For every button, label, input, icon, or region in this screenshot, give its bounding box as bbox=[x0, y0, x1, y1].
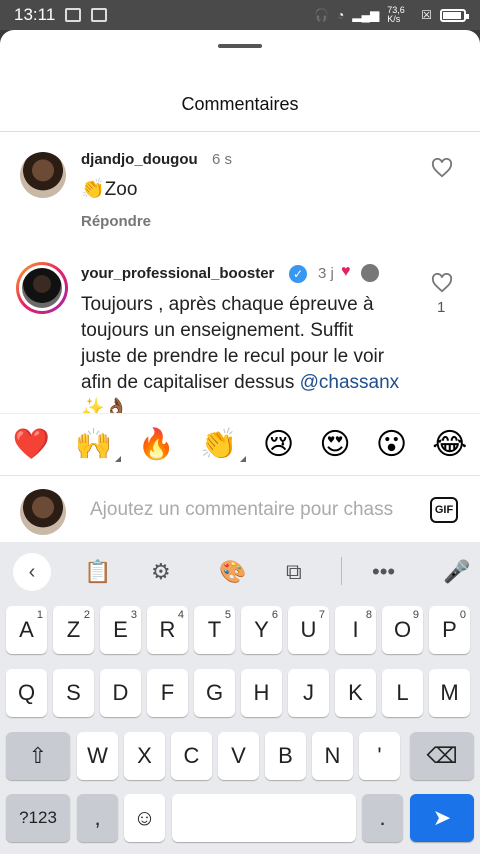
mention-link[interactable]: @chassanx bbox=[300, 372, 400, 393]
comment-time: 3 j bbox=[318, 265, 334, 282]
emoji-laugh[interactable]: 😂 bbox=[432, 427, 467, 462]
status-bar: 13:11 🎧 ◔ ▂▄▆ 73,6 K/s ☒ bbox=[0, 0, 480, 30]
key-w[interactable]: W bbox=[77, 732, 118, 780]
clipboard-icon[interactable]: 📋 bbox=[84, 559, 111, 585]
space-key[interactable] bbox=[172, 794, 356, 842]
key-v[interactable]: V bbox=[218, 732, 259, 780]
palette-icon[interactable]: 🎨 bbox=[219, 559, 246, 585]
key-q[interactable]: Q bbox=[6, 669, 47, 717]
key-d[interactable]: D bbox=[100, 669, 141, 717]
shift-key[interactable]: ⇧ bbox=[6, 732, 70, 780]
key-o[interactable]: O9 bbox=[382, 606, 423, 654]
comma-key[interactable]: , bbox=[77, 794, 118, 842]
emoji-surprised[interactable]: 😮 bbox=[376, 427, 407, 462]
signal-icon: ▂▄▆ bbox=[352, 8, 380, 22]
emoji-heart-eyes[interactable]: 😍 bbox=[319, 427, 350, 462]
sheet-title: Commentaires bbox=[181, 94, 299, 114]
more-icon[interactable]: ••• bbox=[372, 559, 395, 585]
microphone-icon[interactable]: 🎤 bbox=[443, 559, 470, 585]
emoji-raised-hands[interactable]: 🙌 bbox=[75, 427, 121, 462]
comment-time: 6 s bbox=[212, 151, 233, 168]
backspace-key[interactable]: ⌫ bbox=[410, 732, 474, 780]
comment-text: Toujours , après chaque épreuve à toujou… bbox=[81, 294, 400, 419]
chevron-left-icon[interactable]: ‹ bbox=[13, 553, 51, 591]
creator-avatar-small bbox=[361, 264, 379, 282]
key-m[interactable]: M bbox=[429, 669, 470, 717]
avatar-story-ring[interactable] bbox=[16, 262, 68, 314]
key-z[interactable]: Z2 bbox=[53, 606, 94, 654]
wifi-icon: ◔ bbox=[337, 8, 345, 22]
key-i[interactable]: I8 bbox=[335, 606, 376, 654]
emoji-heart[interactable]: ❤️ bbox=[13, 427, 50, 462]
key-x[interactable]: X bbox=[124, 732, 165, 780]
x-icon: ☒ bbox=[421, 8, 432, 22]
emoji-key-icon[interactable]: ☺ bbox=[124, 794, 165, 842]
comment-composer: Ajoutez un commentaire pour chass GIF bbox=[0, 475, 480, 542]
gallery-icon bbox=[65, 8, 82, 22]
emoji-cry[interactable]: 😢 bbox=[263, 427, 294, 462]
key-k[interactable]: K bbox=[335, 669, 376, 717]
clock: 13:11 bbox=[14, 5, 56, 24]
key-r[interactable]: R4 bbox=[147, 606, 188, 654]
headphones-icon: 🎧 bbox=[314, 8, 330, 22]
key-p[interactable]: P0 bbox=[429, 606, 470, 654]
key-apostrophe[interactable]: ' bbox=[359, 732, 400, 780]
toolbar-divider bbox=[341, 557, 342, 585]
like-heart-icon[interactable] bbox=[431, 273, 453, 293]
key-g[interactable]: G bbox=[194, 669, 235, 717]
key-l[interactable]: L bbox=[382, 669, 423, 717]
period-key[interactable]: . bbox=[362, 794, 403, 842]
reply-button[interactable]: Répondre bbox=[81, 213, 151, 230]
net-speed: 73,6 K/s bbox=[387, 5, 405, 24]
resize-icon[interactable]: ⧉ bbox=[286, 559, 302, 585]
emoji-clap[interactable]: 👏 bbox=[200, 427, 247, 462]
key-n[interactable]: N bbox=[312, 732, 353, 780]
like-heart-icon[interactable] bbox=[431, 158, 453, 178]
battery-icon bbox=[440, 8, 469, 22]
like-count: 1 bbox=[437, 299, 446, 316]
facebook-icon bbox=[91, 8, 108, 22]
key-h[interactable]: H bbox=[241, 669, 282, 717]
divider bbox=[0, 131, 480, 132]
creator-liked-heart-icon: ♥ bbox=[341, 263, 351, 280]
key-y[interactable]: Y6 bbox=[241, 606, 282, 654]
key-u[interactable]: U7 bbox=[288, 606, 329, 654]
key-a[interactable]: A1 bbox=[6, 606, 47, 654]
gif-button[interactable]: GIF bbox=[430, 497, 458, 523]
symbols-key[interactable]: ?123 bbox=[6, 794, 70, 842]
emoji-fire[interactable]: 🔥 bbox=[138, 427, 175, 462]
gear-icon[interactable]: ⚙ bbox=[151, 559, 171, 585]
key-t[interactable]: T5 bbox=[194, 606, 235, 654]
comment-input[interactable]: Ajoutez un commentaire pour chass bbox=[90, 499, 412, 521]
drag-handle[interactable] bbox=[218, 44, 262, 48]
comment-text: 👏Zoo bbox=[81, 179, 138, 200]
keyboard: ‹ 📋 ⚙ 🎨 ⧉ ••• 🎤 ⇧ ⌫ ?123 , ☺ . ➤ A1Z2E3R… bbox=[0, 542, 480, 854]
my-avatar bbox=[20, 489, 66, 535]
emoji-reaction-bar: ❤️ 🙌 🔥 👏 😢 😍 😮 😂 bbox=[0, 413, 480, 475]
keyboard-toolbar: ‹ 📋 ⚙ 🎨 ⧉ ••• 🎤 bbox=[0, 542, 480, 600]
comment-username[interactable]: your_professional_booster bbox=[81, 265, 274, 282]
avatar[interactable] bbox=[20, 152, 66, 198]
comment-username[interactable]: djandjo_dougou bbox=[81, 151, 198, 168]
verified-badge-icon: ✓ bbox=[289, 265, 307, 283]
key-e[interactable]: E3 bbox=[100, 606, 141, 654]
key-f[interactable]: F bbox=[147, 669, 188, 717]
send-key[interactable]: ➤ bbox=[410, 794, 474, 842]
key-s[interactable]: S bbox=[53, 669, 94, 717]
key-j[interactable]: J bbox=[288, 669, 329, 717]
key-c[interactable]: C bbox=[171, 732, 212, 780]
comments-sheet: Commentaires djandjo_dougou 6 s 👏Zoo Rép… bbox=[0, 30, 480, 542]
key-b[interactable]: B bbox=[265, 732, 306, 780]
